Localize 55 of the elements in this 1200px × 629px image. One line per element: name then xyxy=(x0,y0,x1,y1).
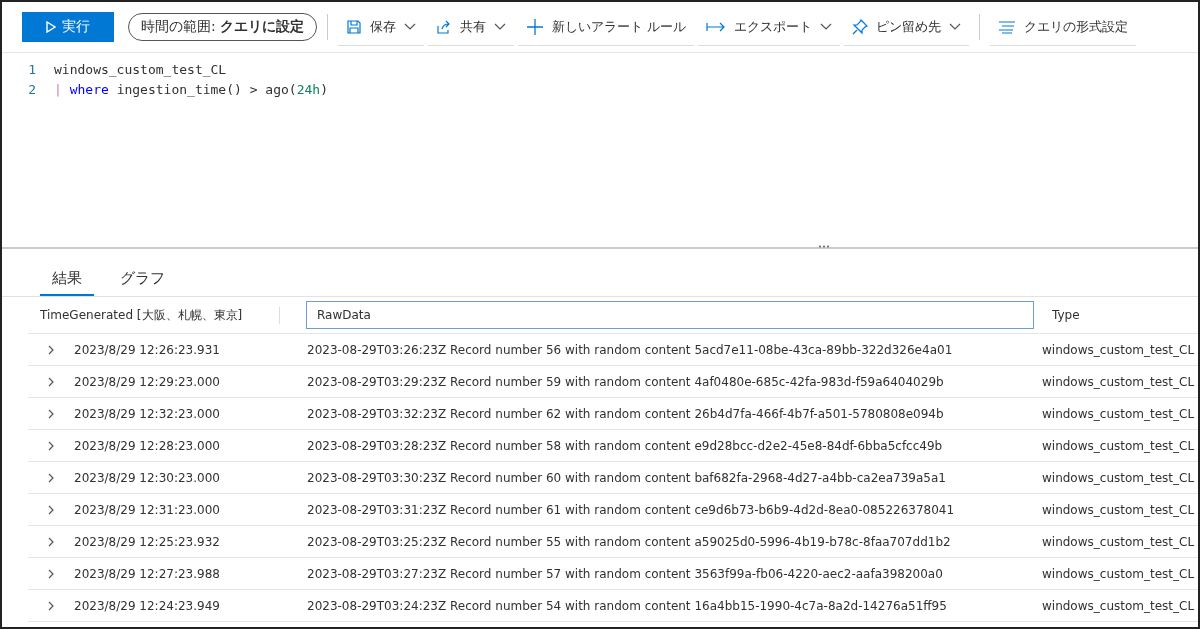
toolbar-button[interactable]: ピン留め先 xyxy=(844,8,970,46)
results-tab[interactable]: グラフ xyxy=(108,265,177,296)
table-cell-text: 2023-08-29T03:31:23Z Record number 61 with random content ce9d6b73-b6b9-4d2d-8ea0-085226378041 xyxy=(307,502,956,517)
table-cell-text: 2023-08-29T03:26:23Z Record number 56 with random content 5acd7e11-08be-43ca-89bb-322d326e4a01 xyxy=(307,342,954,357)
table-cell-text: 2023/8/29 12:31:23.000 xyxy=(74,502,221,517)
toolbar-button[interactable]: 共有 xyxy=(428,8,515,46)
line-number: 2 xyxy=(27,81,37,97)
table-cell-text: 2023/8/29 12:25:23.932 xyxy=(74,534,221,549)
table-cell-text: 2023/8/29 12:30:23.000 xyxy=(74,470,221,485)
table-cell-text: 2023/8/29 12:24:23.949 xyxy=(74,598,221,613)
table-cell-text: 2023/8/29 12:26:23.931 xyxy=(74,342,221,357)
column-header[interactable]: RawData xyxy=(306,301,1034,329)
table-cell-text: 2023-08-29T03:24:23Z Record number 54 with random content 16a4bb15-1990-4c7a-8a2d-14276a51ff95 xyxy=(307,598,948,613)
table-cell: windows_custom_test_CL xyxy=(1042,470,1195,485)
table-cell-text: 2023/8/29 12:28:23.000 xyxy=(74,438,221,453)
time-range-button[interactable]: 時間の範囲: クエリに設定 xyxy=(128,13,318,41)
toolbar-button[interactable]: 保存 xyxy=(338,8,425,46)
table-cell-text: 2023/8/29 12:29:23.000 xyxy=(74,374,221,389)
table-cell-text: 2023-08-29T03:30:23Z Record number 60 with random content baf682fa-2968-4d27-a4bb-ca2ea739a5a1 xyxy=(307,470,947,485)
table-cell-text: 2023-08-29T03:25:23Z Record number 55 with random content a59025d0-5996-4b19-b78c-8faa707dd1b2 xyxy=(307,534,952,549)
table-cell-text: 2023/8/29 12:27:23.988 xyxy=(74,566,221,581)
table-cell-text: 2023-08-29T03:29:23Z Record number 59 with random content 4af0480e-685c-42fa-983d-f59a6404029b xyxy=(307,374,945,389)
results-tab[interactable]: 結果 xyxy=(40,265,94,296)
column-header[interactable]: Type xyxy=(1052,308,1080,322)
toolbar-button[interactable]: クエリの形式設定 xyxy=(990,8,1137,46)
table-cell: windows_custom_test_CL xyxy=(1042,406,1195,421)
table-cell-text: 2023-08-29T03:27:23Z Record number 57 with random content 3563f99a-fb06-4220-aec2-aafa398200a0 xyxy=(307,566,944,581)
pin-icon xyxy=(852,18,869,35)
run-button[interactable]: 実行 xyxy=(22,12,114,42)
format-lines-icon xyxy=(998,19,1017,34)
toolbar-button[interactable]: エクスポート xyxy=(698,8,841,46)
query-editor[interactable]: 1 windows_custom_test_CL 2 | where ingestion_time() > ago(24h) xyxy=(2,52,1198,247)
line-number: 1 xyxy=(27,61,37,77)
chevron-down-icon xyxy=(494,22,507,31)
table-cell-text: 2023/8/29 12:32:23.000 xyxy=(74,406,221,421)
table-cell-text: 2023-08-29T03:32:23Z Record number 62 with random content 26b4d7fa-466f-4b7f-a501-5780808e094b xyxy=(307,406,945,421)
save-icon xyxy=(346,18,363,35)
table-cell-text: 2023-08-29T03:28:23Z Record number 58 with random content e9d28bcc-d2e2-45e8-84df-6bba5cfcc49b xyxy=(307,438,944,453)
column-header[interactable]: TimeGenerated [大阪、札幌、東京] xyxy=(40,306,280,324)
chevron-down-icon xyxy=(404,22,417,31)
code-line: windows_custom_test_CL xyxy=(54,61,227,77)
table-cell: windows_custom_test_CL xyxy=(1042,534,1195,549)
table-cell: windows_custom_test_CL xyxy=(1042,566,1195,581)
toolbar-button[interactable]: 新しいアラート ルール xyxy=(518,8,695,46)
table-cell: windows_custom_test_CL xyxy=(1042,438,1195,453)
code-line: | where ingestion_time() > ago(24h) xyxy=(54,81,328,97)
table-cell: windows_custom_test_CL xyxy=(1042,374,1195,389)
table-cell: windows_custom_test_CL xyxy=(1042,502,1195,517)
chevron-down-icon xyxy=(949,22,962,31)
table-cell: windows_custom_test_CL xyxy=(1042,598,1195,613)
chevron-down-icon xyxy=(820,22,833,31)
play-icon xyxy=(46,21,56,33)
plus-icon xyxy=(526,17,545,36)
arrow-right-icon xyxy=(706,20,727,33)
table-cell: windows_custom_test_CL xyxy=(1042,342,1195,357)
